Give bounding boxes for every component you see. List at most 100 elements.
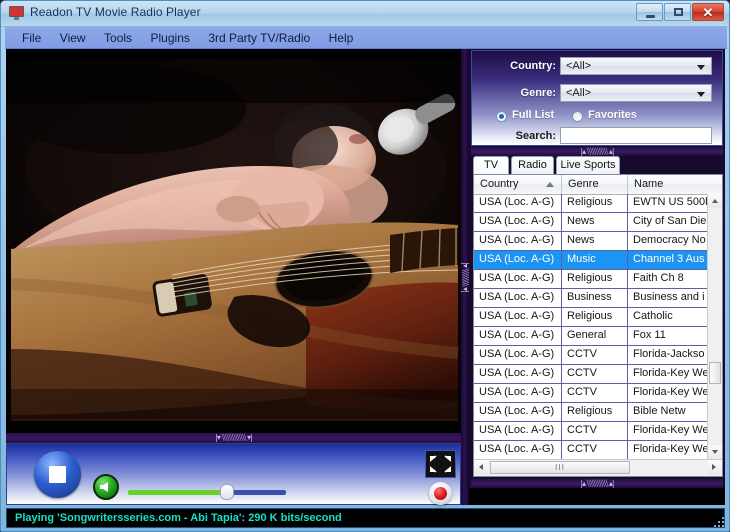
status-message: Playing 'Songwritersseries.com - Abi Tap… [15,512,342,524]
channel-table: Country Genre Name USA (Loc. A-G)Religio… [473,174,723,477]
table-row[interactable]: USA (Loc. A-G)NewsCity of San Die [474,213,708,232]
minimize-button[interactable] [636,3,663,21]
menu-item-view[interactable]: View [53,27,93,47]
cell-genre: General [562,327,628,345]
cell-genre: Business [562,289,628,307]
cell-genre: News [562,232,628,250]
volume-slider-fill[interactable] [128,490,228,495]
table-row[interactable]: USA (Loc. A-G)GeneralFox 11 [474,327,708,346]
cell-country: USA (Loc. A-G) [474,270,562,288]
maximize-button[interactable] [664,3,691,21]
cell-country: USA (Loc. A-G) [474,365,562,383]
cell-country: USA (Loc. A-G) [474,213,562,231]
menu-item-plugins[interactable]: Plugins [144,27,197,47]
cell-name: City of San Die [628,213,708,231]
cell-genre: CCTV [562,365,628,383]
search-input[interactable] [560,127,712,144]
tab-tv[interactable]: TV [473,156,509,175]
cell-genre: Religious [562,270,628,288]
cell-country: USA (Loc. A-G) [474,422,562,440]
radio-selected-icon [496,111,507,122]
table-row[interactable]: USA (Loc. A-G)CCTVFlorida-Jackso [474,346,708,365]
cell-name: Catholic [628,308,708,326]
genre-select[interactable]: <All> [560,84,712,102]
caret-down-icon [712,450,718,454]
source-tabs: TV Radio Live Sports [473,156,723,174]
volume-slider-track[interactable] [228,490,286,495]
volume-slider-thumb[interactable] [220,484,234,500]
splitter-grip-icon: |▾ ⧹⧹⧹⧹⧹⧹⧹⧹⧹⧹⧹⧹⧹⧹ ▾| [215,434,252,442]
window-title: Readon TV Movie Radio Player [30,5,201,19]
table-row[interactable]: USA (Loc. A-G)ReligiousFaith Ch 8 [474,270,708,289]
cell-genre: News [562,213,628,231]
monitor-icon [9,6,24,20]
splitter-grip-icon: |▴ ⧹⧹⧹⧹⧹⧹⧹⧹⧹⧹⧹⧹ ▴| [580,480,613,488]
chevron-down-icon [697,65,705,70]
filter-form: Country: <All> Genre: <All> Full List Fa… [471,50,723,146]
menu-item-3rd-party[interactable]: 3rd Party TV/Radio [201,27,317,47]
column-header-name[interactable]: Name [628,175,708,194]
horizontal-scrollbar-thumb[interactable]: III [490,461,630,474]
table-row[interactable]: USA (Loc. A-G)ReligiousCatholic [474,308,708,327]
stop-button[interactable] [34,451,81,498]
table-vertical-scrollbar[interactable] [707,194,722,459]
genre-select-value: <All> [566,87,591,99]
volume-mute-button[interactable] [93,474,119,500]
fullscreen-button[interactable] [425,450,456,478]
table-horizontal-scrollbar[interactable]: III [474,459,722,476]
menu-item-tools[interactable]: Tools [97,27,139,47]
country-label: Country: [476,60,556,72]
menu-item-help[interactable]: Help [322,27,361,47]
video-splitter-horizontal[interactable]: |▾ ⧹⧹⧹⧹⧹⧹⧹⧹⧹⧹⧹⧹⧹⧹ ▾| [6,433,461,443]
table-row[interactable]: USA (Loc. A-G)ReligiousBible Netw [474,403,708,422]
pane-splitter-vertical[interactable]: |▾ ⧹⧹⧹⧹⧹⧹⧹⧹⧹⧹ ▾| [461,49,469,505]
cell-country: USA (Loc. A-G) [474,289,562,307]
cell-country: USA (Loc. A-G) [474,384,562,402]
video-display[interactable] [6,49,461,433]
splitter-grip-icon: |▾ ⧹⧹⧹⧹⧹⧹⧹⧹⧹⧹ ▾| [461,262,469,292]
scroll-up-button[interactable] [708,194,722,208]
cell-genre: Religious [562,308,628,326]
close-button[interactable]: ✕ [692,3,724,21]
caret-up-icon [712,199,718,203]
scrollbar-grip-icon: III [555,464,565,472]
table-row[interactable]: USA (Loc. A-G)CCTVFlorida-Key We [474,441,708,459]
list-bottom-splitter[interactable]: |▴ ⧹⧹⧹⧹⧹⧹⧹⧹⧹⧹⧹⧹ ▴| [471,479,723,488]
resize-grip[interactable] [714,517,726,529]
table-row[interactable]: USA (Loc. A-G)BusinessBusiness and i [474,289,708,308]
close-icon: ✕ [693,4,723,20]
cell-name: Florida-Jackso [628,346,708,364]
country-select[interactable]: <All> [560,57,712,75]
vertical-scrollbar-thumb[interactable] [709,362,721,384]
table-row[interactable]: USA (Loc. A-G)CCTVFlorida-Key We [474,384,708,403]
record-button[interactable] [429,482,452,505]
cell-name: Channel 3 Aus [628,251,708,269]
table-row[interactable]: USA (Loc. A-G)CCTVFlorida-Key We [474,365,708,384]
cell-country: USA (Loc. A-G) [474,327,562,345]
scroll-down-button[interactable] [708,445,722,459]
tab-live-sports[interactable]: Live Sports [556,156,620,174]
cell-country: USA (Loc. A-G) [474,251,562,269]
cell-genre: CCTV [562,422,628,440]
scroll-left-button[interactable] [474,460,489,475]
radio-unselected-icon [572,111,583,122]
speaker-icon-body [100,485,105,489]
stop-icon [49,466,66,483]
table-row[interactable]: USA (Loc. A-G)NewsDemocracy No [474,232,708,251]
table-row[interactable]: USA (Loc. A-G)ReligiousEWTN US 500k [474,194,708,213]
cell-name: EWTN US 500k [628,194,708,212]
cell-country: USA (Loc. A-G) [474,232,562,250]
tab-radio[interactable]: Radio [511,156,554,174]
caret-left-icon [479,464,483,470]
table-row[interactable]: USA (Loc. A-G)MusicChannel 3 Aus [474,251,708,270]
cell-name: Florida-Key We [628,441,708,459]
application-window: Readon TV Movie Radio Player ✕ File View… [0,0,730,532]
column-header-genre[interactable]: Genre [562,175,628,194]
cell-genre: Religious [562,194,628,212]
menu-item-file[interactable]: File [15,27,48,47]
scroll-right-button[interactable] [707,460,722,475]
cell-name: Business and i [628,289,708,307]
table-row[interactable]: USA (Loc. A-G)CCTVFlorida-Key We [474,422,708,441]
filter-list-splitter[interactable]: |▴ ⧹⧹⧹⧹⧹⧹⧹⧹⧹⧹⧹⧹ ▴| [471,147,723,156]
cell-name: Fox 11 [628,327,708,345]
